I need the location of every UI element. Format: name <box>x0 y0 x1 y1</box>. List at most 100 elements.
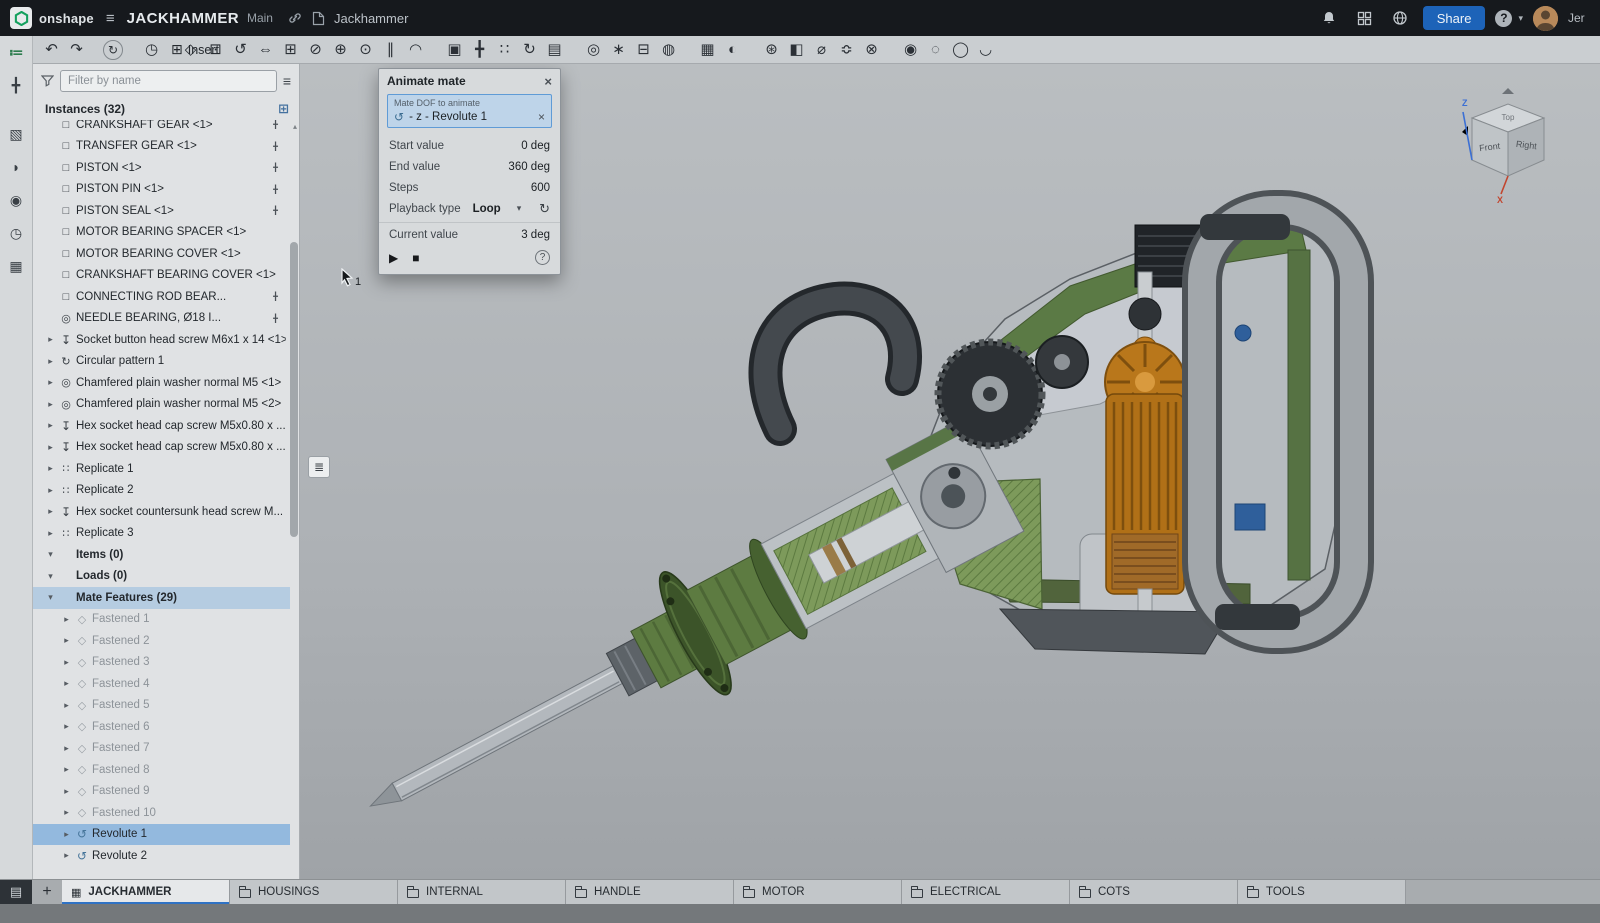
tree-row[interactable]: Mate Features (29) <box>33 587 290 609</box>
animate-icon[interactable]: ◷ <box>139 38 164 62</box>
tree-row[interactable]: PISTON PIN <1> <box>33 179 290 201</box>
explode-icon[interactable]: ∗ <box>606 38 631 62</box>
help-icon[interactable] <box>1495 10 1512 27</box>
chevron-icon[interactable] <box>59 850 74 861</box>
cylindrical-mate-icon[interactable]: ⊘ <box>303 38 328 62</box>
view-cube[interactable]: Top Front Right Z X <box>1458 88 1554 204</box>
tree-row[interactable]: Fastened 1 <box>33 609 290 631</box>
chevron-icon[interactable] <box>59 786 74 797</box>
snapshot-icon[interactable]: ◎ <box>581 38 606 62</box>
chevron-icon[interactable] <box>59 743 74 754</box>
revolute-mate-icon[interactable]: ↺ <box>228 38 253 62</box>
remove-icon[interactable] <box>538 110 545 124</box>
rotate-up-arrow-icon[interactable] <box>1502 88 1514 94</box>
playback-type-select[interactable]: Loop <box>473 203 522 215</box>
document-tab[interactable]: HANDLE <box>566 880 734 904</box>
named-views-icon[interactable]: ◡ <box>973 38 998 62</box>
tree-row[interactable]: MOTOR BEARING COVER <1> <box>33 243 290 265</box>
chevron-icon[interactable] <box>59 807 74 818</box>
chevron-icon[interactable] <box>59 657 74 668</box>
playback-type-row[interactable]: Playback type Loop <box>379 198 560 219</box>
follow-mode-icon[interactable]: ◉ <box>4 188 28 212</box>
notifications-bell-icon[interactable] <box>1321 10 1337 26</box>
document-tab[interactable]: ELECTRICAL <box>902 880 1070 904</box>
tree-row[interactable]: Revolute 2 <box>33 845 290 867</box>
animate-mate-dialog[interactable]: Animate mate Mate DOF to animate - z - R… <box>378 68 561 275</box>
appearance-icon[interactable]: ◐ <box>720 38 745 62</box>
onshape-logo[interactable] <box>10 7 32 29</box>
mass-properties-icon[interactable]: ≎ <box>834 38 859 62</box>
tree-row[interactable]: Fastened 2 <box>33 630 290 652</box>
add-tab-button[interactable] <box>32 880 62 904</box>
chevron-icon[interactable] <box>43 549 58 560</box>
tree-row[interactable]: Fastened 7 <box>33 738 290 760</box>
chevron-icon[interactable] <box>43 592 58 603</box>
insert-instance-icon[interactable] <box>278 101 289 117</box>
play-button[interactable] <box>389 251 398 265</box>
tree-row[interactable]: Items (0) <box>33 544 290 566</box>
chevron-icon[interactable] <box>43 442 58 453</box>
tree-row[interactable]: Revolute 1 <box>33 824 290 846</box>
assembly-structure-icon[interactable]: ≔ <box>4 40 28 64</box>
avatar[interactable] <box>1533 6 1558 31</box>
tree-row[interactable]: Fastened 9 <box>33 781 290 803</box>
slider-mate-icon[interactable]: ⇔ <box>253 38 278 62</box>
tree-row[interactable]: TRANSFER GEAR <1> <box>33 136 290 158</box>
document-tab[interactable]: INTERNAL <box>398 880 566 904</box>
dialog-header[interactable]: Animate mate <box>379 69 560 93</box>
app-switcher-icon[interactable] <box>1357 11 1372 26</box>
filter-input[interactable] <box>60 70 277 92</box>
chevron-icon[interactable] <box>43 420 58 431</box>
tangent-mate-icon[interactable]: ◠ <box>403 38 428 62</box>
parallel-mate-icon[interactable]: ∥ <box>378 38 403 62</box>
document-menu-icon[interactable] <box>106 10 115 27</box>
chevron-icon[interactable] <box>43 377 58 388</box>
chevron-icon[interactable] <box>43 334 58 345</box>
share-button[interactable]: Share <box>1423 6 1486 30</box>
chevron-icon[interactable] <box>59 700 74 711</box>
chevron-icon[interactable] <box>43 571 58 582</box>
document-tab[interactable]: MOTOR <box>734 880 902 904</box>
scroll-up-icon[interactable] <box>293 122 297 131</box>
tree-row[interactable]: Chamfered plain washer normal M5 <2> <box>33 394 290 416</box>
mate-connector-icon[interactable]: ╋ <box>467 38 492 62</box>
chevron-icon[interactable] <box>59 635 74 646</box>
tree-row[interactable]: Hex socket head cap screw M5x0.80 x ... <box>33 415 290 437</box>
tree-panel-toggle-button[interactable] <box>308 456 330 478</box>
measure-icon[interactable]: ⌀ <box>809 38 834 62</box>
close-icon[interactable] <box>544 74 552 89</box>
interference-icon[interactable]: ⊗ <box>859 38 884 62</box>
reverse-playback-icon[interactable] <box>539 201 550 217</box>
appearance-panel-icon[interactable]: ▧ <box>4 122 28 146</box>
document-tab[interactable]: TOOLS <box>1238 880 1406 904</box>
dialog-help-icon[interactable] <box>535 250 550 265</box>
section-view-icon[interactable]: ◧ <box>784 38 809 62</box>
insert-button[interactable]: Insert <box>163 38 227 62</box>
help-caret-icon[interactable] <box>1518 13 1523 24</box>
redo-icon[interactable]: ↷ <box>64 38 89 62</box>
bom-panel-icon[interactable]: ▦ <box>4 254 28 278</box>
tree-row[interactable]: Replicate 2 <box>33 480 290 502</box>
chevron-icon[interactable] <box>43 399 58 410</box>
chevron-icon[interactable] <box>43 506 58 517</box>
list-options-icon[interactable] <box>283 73 291 89</box>
chevron-icon[interactable] <box>59 829 74 840</box>
tree-row[interactable]: Replicate 1 <box>33 458 290 480</box>
chevron-icon[interactable] <box>59 764 74 775</box>
tree-row[interactable]: Fastened 4 <box>33 673 290 695</box>
stop-button[interactable] <box>412 251 419 265</box>
document-tab[interactable]: HOUSINGS <box>230 880 398 904</box>
configurations-icon[interactable]: ⊛ <box>759 38 784 62</box>
tree-row[interactable]: Fastened 5 <box>33 695 290 717</box>
hide-others-icon[interactable]: ◌ <box>923 38 948 62</box>
tree-row[interactable]: Fastened 8 <box>33 759 290 781</box>
steps-row[interactable]: Steps 600 <box>379 177 560 198</box>
tree-row[interactable]: CRANKSHAFT GEAR <1> <box>33 120 290 136</box>
tree-row[interactable]: CONNECTING ROD BEAR... <box>33 286 290 308</box>
isolate-icon[interactable]: ◯ <box>948 38 973 62</box>
chevron-icon[interactable] <box>43 463 58 474</box>
bom-icon[interactable]: ▦ <box>695 38 720 62</box>
mate-tools-icon[interactable]: ╋ <box>4 73 28 97</box>
linear-pattern-icon[interactable]: ∷ <box>492 38 517 62</box>
chevron-icon[interactable] <box>43 485 58 496</box>
